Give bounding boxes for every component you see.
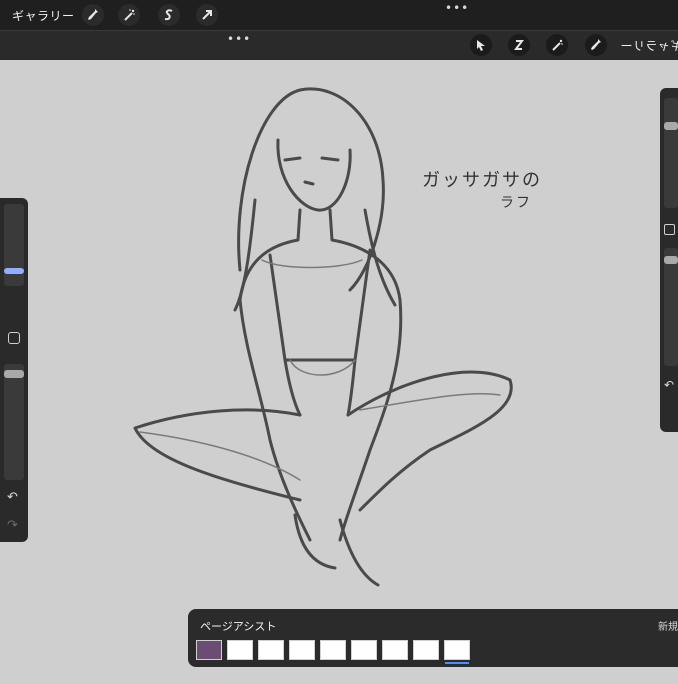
handwritten-note: ガッサガサの ラフ <box>422 166 572 226</box>
note-line-2: ラフ <box>500 195 532 211</box>
wrench-icon[interactable] <box>585 34 607 56</box>
sketch-drawing <box>133 87 513 587</box>
square-modify-icon[interactable] <box>664 224 675 235</box>
right-slider-2-thumb[interactable] <box>664 256 678 264</box>
note-line-1: ガッサガサの <box>422 170 542 191</box>
opacity-thumb[interactable] <box>4 370 24 378</box>
arrow-icon[interactable] <box>196 4 218 26</box>
selection-s-icon[interactable] <box>158 4 180 26</box>
brush-size-thumb[interactable] <box>4 268 24 274</box>
page-thumbnail[interactable] <box>289 640 315 660</box>
gallery-button[interactable]: ギャラリー <box>12 7 75 24</box>
mirrored-gallery-label: ギャラリー <box>620 39 678 53</box>
right-slider-2[interactable] <box>664 248 678 366</box>
left-sidebar: ↶ ↷ <box>0 198 28 542</box>
undo-icon[interactable]: ↶ <box>7 490 18 505</box>
page-thumbnail[interactable] <box>351 640 377 660</box>
right-slider-1-thumb[interactable] <box>664 122 678 130</box>
page-assist-title: ページアシスト <box>200 620 277 633</box>
brush-size-slider[interactable] <box>4 204 24 286</box>
magic-wand-icon[interactable] <box>546 34 568 56</box>
page-thumbnail[interactable] <box>227 640 253 660</box>
magic-wand-icon[interactable] <box>118 4 140 26</box>
handle-dots-icon[interactable]: ••• <box>227 33 251 45</box>
secondary-toolbar: ••• <box>0 30 678 60</box>
page-thumbnail[interactable] <box>320 640 346 660</box>
new-page-button[interactable]: 新規 <box>658 618 678 633</box>
right-slider-1[interactable] <box>664 98 678 208</box>
handle-dots-icon[interactable]: ••• <box>445 2 469 14</box>
drawing-canvas[interactable]: ガッサガサの ラフ <box>0 60 678 680</box>
redo-icon[interactable]: ↷ <box>7 518 18 533</box>
undo-icon[interactable]: ↶ <box>664 378 674 392</box>
page-thumbnail-active[interactable] <box>444 640 470 664</box>
opacity-slider[interactable] <box>4 364 24 480</box>
page-thumbnail[interactable] <box>258 640 284 660</box>
top-toolbar: ギャラリー ••• <box>0 0 678 30</box>
square-modify-icon[interactable] <box>8 332 20 344</box>
selection-s-icon[interactable] <box>508 34 530 56</box>
selection-arrow-icon[interactable] <box>470 34 492 56</box>
page-thumbnail[interactable] <box>413 640 439 660</box>
page-thumbnail[interactable] <box>196 640 222 660</box>
wrench-icon[interactable] <box>82 4 104 26</box>
page-thumbnails <box>196 640 470 664</box>
page-thumbnail[interactable] <box>382 640 408 660</box>
right-sidebar: ↶ <box>660 88 678 432</box>
